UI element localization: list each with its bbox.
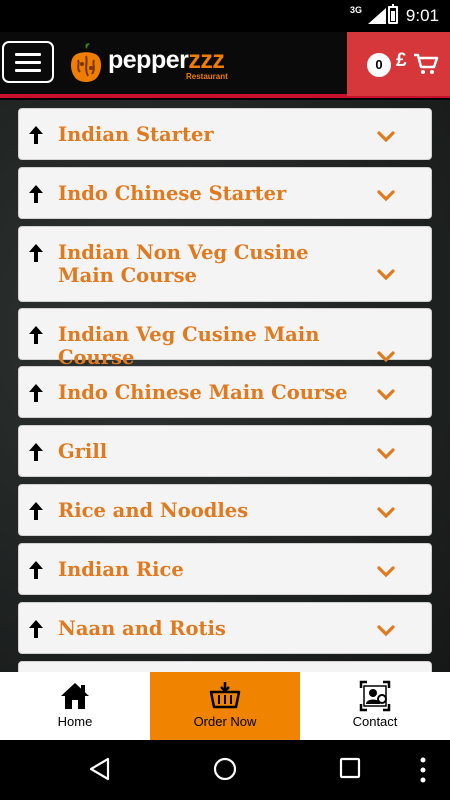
category-item[interactable]: Indo Chinese Starter [18,167,432,219]
network-type: 3G [349,5,362,15]
nav-contact-label: Contact [352,714,398,729]
category-label: Grill [58,440,108,463]
category-label: Indian Veg Cusine Main Course [58,323,320,369]
category-label: Rice and Noodles [58,499,249,522]
battery-icon [388,4,398,24]
order-basket-icon [209,682,241,709]
nav-contact[interactable]: Contact [300,672,450,740]
home-circle-icon[interactable] [213,757,237,781]
cart-icon [414,53,439,74]
category-label: Naan and Rotis [58,617,226,640]
category-label: Indo Chinese Starter [58,182,287,205]
pepper-logo-icon [71,43,101,82]
recents-icon[interactable] [339,757,361,779]
category-item[interactable]: Indian Rice [18,543,432,595]
category-item[interactable]: Naan and Rotis [18,602,432,654]
arrow-up-icon [29,326,43,344]
arrow-up-icon [29,443,43,461]
category-item[interactable] [18,661,432,672]
category-item[interactable]: Indo Chinese Main Course [18,366,432,418]
home-icon [61,683,89,709]
arrow-up-icon [29,126,43,144]
cart-button[interactable]: 0 £ [347,32,450,96]
nav-home[interactable]: Home [0,672,150,740]
category-label: Indian Starter [58,123,214,146]
bottom-nav: Home Order Now Contact [0,672,450,740]
logo-text: pepperzzz [108,46,225,74]
cart-currency: £ [396,50,407,71]
category-label: Indian Non Veg Cusine Main Course [58,241,309,287]
chevron-down-icon[interactable] [377,190,395,202]
chevron-down-icon[interactable] [377,269,395,281]
chevron-down-icon[interactable] [377,507,395,519]
category-list[interactable]: Indian Starter Indo Chinese Starter Indian… [0,100,450,672]
system-nav-bar [0,740,450,800]
arrow-up-icon [29,620,43,638]
chevron-down-icon[interactable] [377,389,395,401]
chevron-down-icon[interactable] [377,131,395,143]
status-bar: 3G 9:01 [0,0,450,32]
nav-order-now[interactable]: Order Now [150,672,300,740]
arrow-up-icon [29,561,43,579]
category-item[interactable]: Rice and Noodles [18,484,432,536]
arrow-up-icon [29,384,43,402]
logo[interactable]: pepperzzz Restaurant [66,42,236,86]
chevron-down-icon[interactable] [377,351,395,363]
chevron-down-icon[interactable] [377,566,395,578]
chevron-down-icon[interactable] [377,448,395,460]
clock: 9:01 [405,6,439,25]
category-item[interactable]: Indian Non Veg Cusine Main Course [18,226,432,302]
cart-count: 0 [367,53,391,77]
category-item[interactable]: Grill [18,425,432,477]
category-label: Indian Rice [58,558,184,581]
arrow-up-icon [29,244,43,262]
nav-home-label: Home [57,714,93,729]
category-item[interactable]: Indian Veg Cusine Main Course [18,308,432,369]
chevron-down-icon[interactable] [377,625,395,637]
back-icon[interactable] [88,757,112,781]
arrow-up-icon [29,502,43,520]
logo-subtitle: Restaurant [186,72,228,81]
signal-icon [368,8,386,24]
category-label: Indo Chinese Main Course [58,381,348,404]
nav-order-now-label: Order Now [193,714,257,729]
hamburger-icon [15,53,41,56]
contact-card-icon [359,680,391,712]
more-icon[interactable] [419,757,427,783]
category-item[interactable]: Indian Starter [18,108,432,160]
menu-button[interactable] [2,41,54,83]
arrow-up-icon [29,185,43,203]
